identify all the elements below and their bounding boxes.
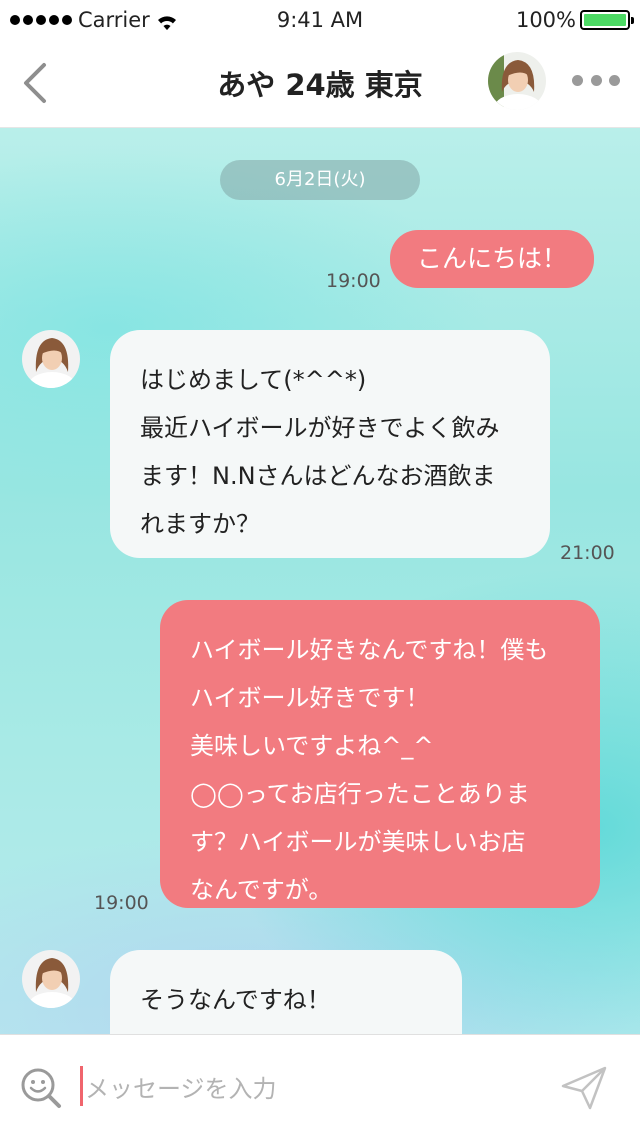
sent-message-bubble[interactable]: ハイボール好きなんですね！僕も ハイボール好きです！ 美味しいですよね^_^ ◯… — [160, 600, 600, 908]
message-text: ハイボール好きなんですね！僕も ハイボール好きです！ 美味しいですよね^_^ ◯… — [190, 636, 549, 904]
message-text: こんにちは！ — [416, 244, 567, 273]
chat-area[interactable]: 6月2日(火) こんにちは！ 19:00 はじめまして(*^^*) 最近ハイボー… — [0, 128, 640, 1034]
stamp-button[interactable] — [20, 1067, 62, 1109]
smiley-search-icon — [21, 1068, 61, 1108]
paper-plane-icon — [561, 1066, 607, 1110]
message-time: 19:00 — [326, 270, 381, 292]
received-message-bubble[interactable]: はじめまして(*^^*) 最近ハイボールが好きでよく飲み ます！N.Nさんはどん… — [110, 330, 550, 558]
status-right: 100% — [515, 8, 634, 32]
date-separator: 6月2日(火) — [220, 160, 420, 200]
avatar[interactable] — [22, 330, 80, 388]
avatar[interactable] — [22, 950, 80, 1008]
battery-icon — [580, 10, 634, 30]
message-input-placeholder: メッセージを入力 — [85, 1074, 277, 1103]
chat-header: あや 24歳 東京 — [0, 40, 640, 128]
text-cursor — [80, 1066, 83, 1106]
more-options-icon[interactable] — [568, 68, 624, 92]
send-button[interactable] — [560, 1065, 610, 1113]
status-bar: Carrier 9:41 AM 100% — [0, 0, 640, 40]
message-text: そうなんですね！ 行ったことないです — [140, 986, 331, 1014]
sent-message-bubble[interactable]: こんにちは！ — [390, 230, 594, 288]
received-message-bubble[interactable]: そうなんですね！ 行ったことないです — [110, 950, 462, 1034]
message-time: 19:00 — [94, 892, 149, 914]
message-text: はじめまして(*^^*) 最近ハイボールが好きでよく飲み ます！N.Nさんはどん… — [140, 366, 500, 538]
battery-percent: 100% — [515, 8, 576, 32]
message-time: 21:00 — [560, 542, 615, 564]
message-input-bar: メッセージを入力 — [0, 1034, 640, 1136]
message-input[interactable]: メッセージを入力 — [80, 1065, 520, 1107]
avatar[interactable] — [488, 52, 546, 110]
